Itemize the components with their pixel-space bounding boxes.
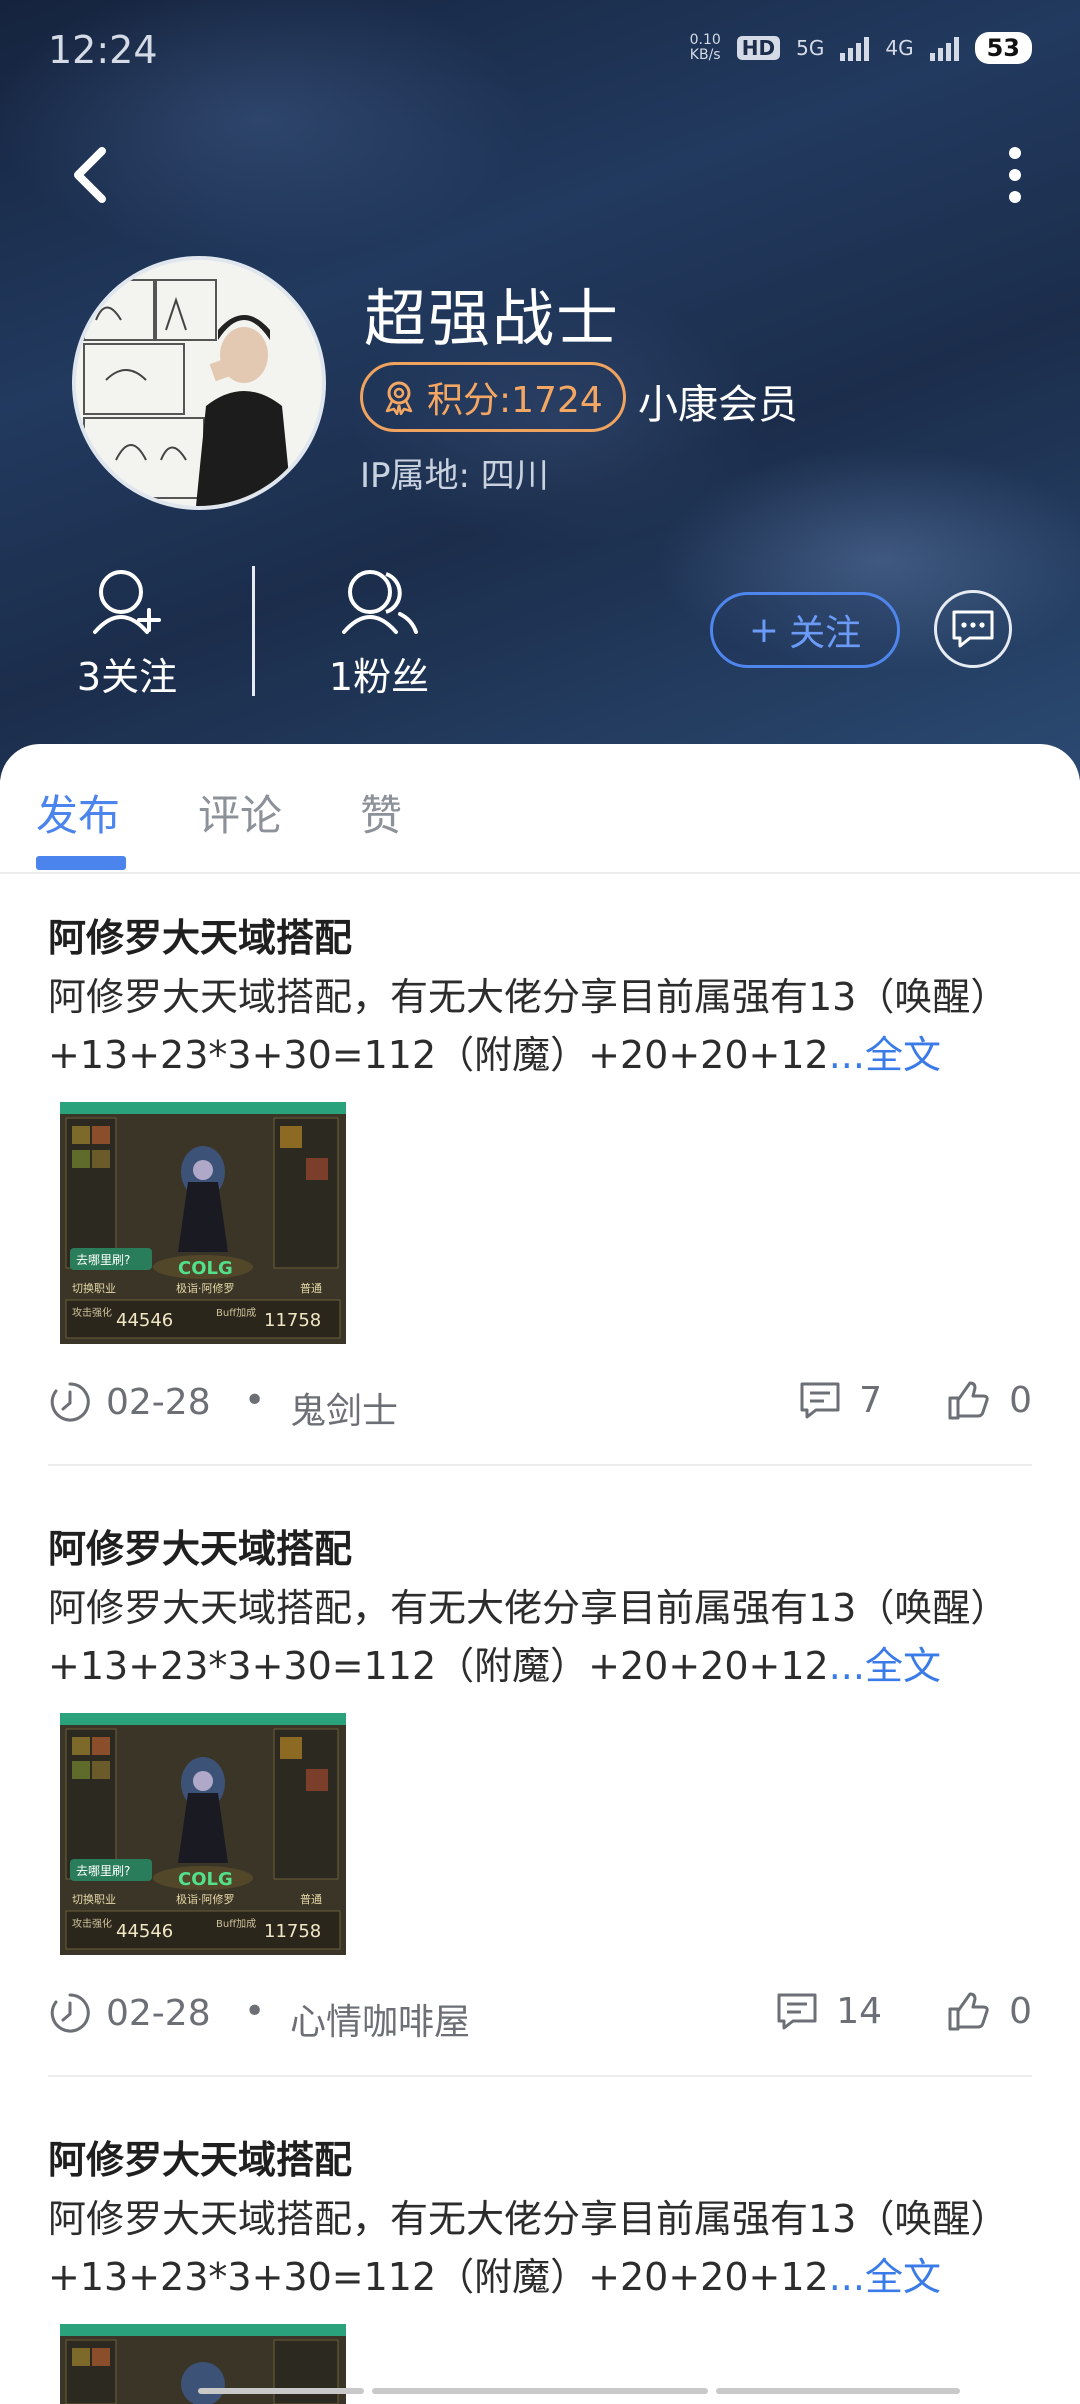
signal-icon bbox=[840, 35, 870, 61]
svg-text:Buff加成: Buff加成 bbox=[216, 1307, 256, 1319]
clock-icon bbox=[50, 1382, 90, 1422]
comment-icon bbox=[800, 1382, 840, 1418]
ip-location: IP属地: 四川 bbox=[360, 456, 549, 496]
read-more-link[interactable]: ...全文 bbox=[829, 2255, 941, 2299]
profile-name: 超强战士 bbox=[364, 282, 621, 355]
fans-stat[interactable]: 1粉丝 bbox=[304, 566, 454, 701]
svg-text:44546: 44546 bbox=[116, 1310, 173, 1331]
battery-indicator: 53 bbox=[974, 32, 1032, 64]
stats-divider bbox=[252, 566, 255, 696]
medal-icon bbox=[385, 381, 413, 415]
follow-button[interactable]: + 关注 bbox=[710, 592, 900, 668]
svg-text:攻击强化: 攻击强化 bbox=[72, 1917, 112, 1930]
svg-text:COLG: COLG bbox=[178, 1258, 233, 1279]
svg-text:44546: 44546 bbox=[116, 1921, 173, 1942]
users-icon bbox=[342, 570, 418, 634]
svg-text:11758: 11758 bbox=[264, 1310, 321, 1331]
post-separator bbox=[48, 1464, 1032, 1466]
scroll-indicator bbox=[716, 2388, 960, 2394]
post-body: 阿修罗大天域搭配，有无大佬分享目前属强有13（唤醒）+13+23*3+30=11… bbox=[48, 2197, 1009, 2299]
post-meta: 02-28 • 鬼剑士 7 0 bbox=[48, 1374, 1032, 1434]
svg-text:攻击强化: 攻击强化 bbox=[72, 1306, 112, 1319]
read-more-link[interactable]: ...全文 bbox=[829, 1033, 941, 1077]
svg-text:去哪里刷?: 去哪里刷? bbox=[76, 1253, 130, 1267]
avatar[interactable] bbox=[72, 256, 326, 510]
fans-count: 1粉丝 bbox=[328, 655, 430, 699]
user-add-icon bbox=[93, 570, 161, 634]
tab-posts[interactable]: 发布 bbox=[36, 782, 120, 843]
tab-indicator bbox=[36, 856, 126, 870]
net-5g-label: 5G bbox=[796, 36, 825, 60]
meta-dot: • bbox=[244, 1380, 266, 1421]
comment-count[interactable]: 14 bbox=[776, 1991, 882, 2032]
member-level: 小康会员 bbox=[638, 382, 798, 428]
points-label: 积分:1724 bbox=[427, 380, 603, 421]
comment-count[interactable]: 7 bbox=[799, 1380, 882, 1421]
status-time: 12:24 bbox=[48, 28, 158, 72]
svg-text:切换职业: 切换职业 bbox=[72, 1281, 116, 1295]
hd-icon: HD bbox=[736, 36, 781, 60]
network-speed: 0.10 KB/s bbox=[689, 32, 721, 63]
post-card[interactable]: 阿修罗大天域搭配 阿修罗大天域搭配，有无大佬分享目前属强有13（唤醒）+13+2… bbox=[48, 912, 1032, 1466]
post-date: 02-28 bbox=[48, 1380, 211, 1424]
comment-icon bbox=[777, 1993, 817, 2029]
post-author[interactable]: 鬼剑士 bbox=[290, 1382, 398, 1434]
clock-icon bbox=[50, 1993, 90, 2033]
post-author[interactable]: 心情咖啡屋 bbox=[290, 1993, 470, 2045]
post-separator bbox=[48, 2075, 1032, 2077]
svg-text:11758: 11758 bbox=[264, 1921, 321, 1942]
game-screenshot: 去哪里刷? COLG 切换职业 极诣·阿修罗 普通 攻击强化 44546 Buf… bbox=[60, 1713, 346, 1955]
following-stat[interactable]: 3关注 bbox=[52, 566, 202, 701]
status-bar: 12:24 0.10 KB/s HD 5G 4G 53 bbox=[0, 0, 1080, 104]
scroll-indicator bbox=[198, 2388, 364, 2394]
avatar-image bbox=[76, 260, 322, 506]
post-card[interactable]: 阿修罗大天域搭配 阿修罗大天域搭配，有无大佬分享目前属强有13（唤醒）+13+2… bbox=[48, 2134, 1032, 2404]
game-screenshot: 去哪里刷? COLG 切换职业 极诣·阿修罗 普通 攻击强化 44546 Buf… bbox=[60, 1102, 346, 1344]
post-meta: 02-28 • 心情咖啡屋 14 0 bbox=[48, 1985, 1032, 2045]
more-vertical-icon bbox=[1009, 147, 1021, 203]
following-count: 3关注 bbox=[76, 655, 178, 699]
net-4g-label: 4G bbox=[885, 36, 914, 60]
post-card[interactable]: 阿修罗大天域搭配 阿修罗大天域搭配，有无大佬分享目前属强有13（唤醒）+13+2… bbox=[48, 1523, 1032, 2077]
post-date: 02-28 bbox=[48, 1991, 211, 2035]
post-title: 阿修罗大天域搭配 bbox=[48, 2138, 353, 2182]
svg-text:去哪里刷?: 去哪里刷? bbox=[76, 1864, 130, 1878]
svg-text:普通: 普通 bbox=[300, 1281, 322, 1295]
message-button[interactable] bbox=[934, 590, 1012, 668]
thumbs-up-icon bbox=[948, 1992, 989, 2030]
like-count[interactable]: 0 bbox=[947, 1991, 1032, 2032]
thumbs-up-icon bbox=[948, 1381, 989, 1419]
chevron-left-icon bbox=[74, 147, 106, 203]
plus-icon: + bbox=[748, 609, 780, 651]
points-badge[interactable]: 积分:1724 bbox=[360, 362, 626, 432]
scroll-indicator bbox=[372, 2388, 708, 2394]
post-body: 阿修罗大天域搭配，有无大佬分享目前属强有13（唤醒）+13+23*3+30=11… bbox=[48, 1586, 1009, 1688]
meta-dot: • bbox=[244, 1991, 266, 2032]
post-thumbnail[interactable]: 去哪里刷? COLG 切换职业 极诣·阿修罗 普通 攻击强化 44546 Buf… bbox=[60, 1102, 346, 1344]
tab-likes[interactable]: 赞 bbox=[360, 782, 402, 843]
post-thumbnail[interactable]: 去哪里刷? COLG 切换职业 极诣·阿修罗 普通 攻击强化 44546 Buf… bbox=[60, 1713, 346, 1955]
svg-text:极诣·阿修罗: 极诣·阿修罗 bbox=[176, 1281, 235, 1295]
read-more-link[interactable]: ...全文 bbox=[829, 1644, 941, 1688]
profile-header: 12:24 0.10 KB/s HD 5G 4G 53 超强战士 积分:1724… bbox=[0, 0, 1080, 780]
svg-text:COLG: COLG bbox=[178, 1869, 233, 1890]
signal-icon-2 bbox=[929, 35, 959, 61]
svg-text:极诣·阿修罗: 极诣·阿修罗 bbox=[176, 1892, 235, 1906]
svg-text:普通: 普通 bbox=[300, 1892, 322, 1906]
more-button[interactable] bbox=[990, 140, 1040, 210]
back-button[interactable] bbox=[60, 140, 120, 210]
svg-text:Buff加成: Buff加成 bbox=[216, 1918, 256, 1930]
like-count[interactable]: 0 bbox=[947, 1380, 1032, 1421]
status-icons: 0.10 KB/s HD 5G 4G 53 bbox=[690, 32, 1032, 64]
tab-comments[interactable]: 评论 bbox=[198, 782, 282, 843]
follow-label: 关注 bbox=[789, 613, 862, 654]
post-body: 阿修罗大天域搭配，有无大佬分享目前属强有13（唤醒）+13+23*3+30=11… bbox=[48, 975, 1009, 1077]
chat-icon bbox=[952, 610, 994, 648]
post-title: 阿修罗大天域搭配 bbox=[48, 916, 353, 960]
tab-bar: 发布 评论 赞 bbox=[0, 744, 1080, 874]
svg-text:切换职业: 切换职业 bbox=[72, 1892, 116, 1906]
post-title: 阿修罗大天域搭配 bbox=[48, 1527, 353, 1571]
